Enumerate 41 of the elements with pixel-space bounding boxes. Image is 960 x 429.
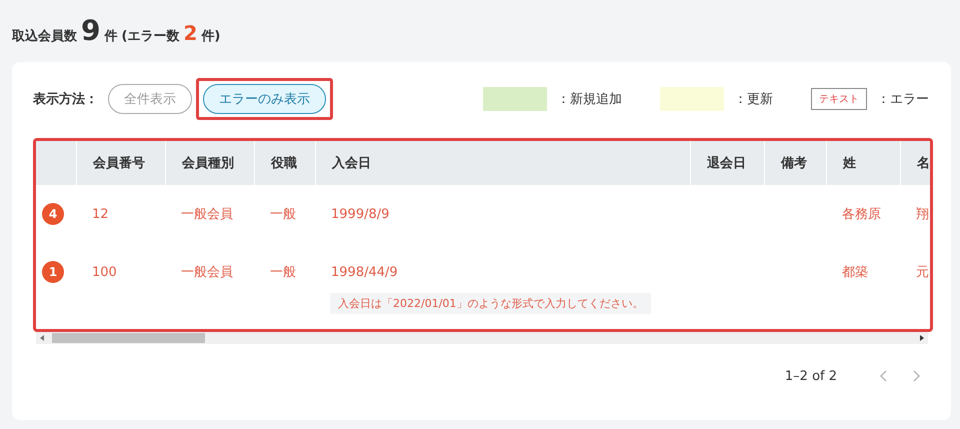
legend-label: ：新規追加 bbox=[557, 91, 622, 108]
filter-label: 表示方法： bbox=[33, 90, 98, 108]
legend-label: ：更新 bbox=[734, 91, 773, 108]
table-cell-text: 元 bbox=[916, 264, 929, 281]
row-badge: 4 bbox=[42, 203, 64, 225]
column-header: 役職 bbox=[254, 141, 315, 185]
table-cell-text: 各務原 bbox=[842, 206, 881, 223]
table-cell: 1998/44/9 bbox=[331, 264, 398, 280]
column-header: 会員番号 bbox=[76, 141, 165, 185]
column-header: 姓 bbox=[826, 141, 900, 185]
table-cell-text: 翔 bbox=[916, 206, 929, 223]
count-unit: 件 bbox=[104, 28, 118, 45]
row-badge: 1 bbox=[42, 261, 64, 283]
legend-label: ：エラー bbox=[877, 91, 929, 108]
table-cell: 1999/8/9 bbox=[331, 206, 390, 222]
chevron-left-icon bbox=[879, 369, 889, 383]
error-label: (エラー数 bbox=[121, 28, 180, 45]
count-unit: 件) bbox=[201, 28, 220, 45]
table-cell-text: 一般 bbox=[270, 206, 296, 223]
legend-sample: テキスト bbox=[811, 88, 867, 110]
column-header: 入会日 bbox=[315, 141, 690, 185]
chevron-right-icon bbox=[911, 369, 921, 383]
page-range: 1–2 of 2 bbox=[784, 368, 837, 384]
scrollbar[interactable] bbox=[36, 332, 928, 344]
total-count: 9 bbox=[81, 14, 100, 47]
header-cell bbox=[36, 141, 76, 185]
column-header: 退会日 bbox=[690, 141, 764, 185]
table-cell-text: 一般会員 bbox=[181, 264, 233, 281]
table-cell-text: 一般 bbox=[270, 264, 296, 281]
filter-button[interactable]: エラーのみ表示 bbox=[203, 84, 326, 114]
error-message: 入会日は「2022/01/01」のような形式で入力してください。 bbox=[330, 293, 652, 314]
column-header: 名 bbox=[900, 141, 930, 185]
table-cell-text: 一般会員 bbox=[181, 206, 233, 223]
table-cell: 12 bbox=[92, 206, 109, 222]
summary-label: 取込会員数 bbox=[12, 28, 77, 45]
table-cell: 100 bbox=[92, 264, 117, 280]
column-header: 備考 bbox=[764, 141, 826, 185]
filter-button[interactable]: 全件表示 bbox=[108, 84, 192, 114]
error-count: 2 bbox=[183, 21, 198, 45]
column-header: 会員種別 bbox=[165, 141, 254, 185]
table-cell-text: 都築 bbox=[842, 264, 868, 281]
